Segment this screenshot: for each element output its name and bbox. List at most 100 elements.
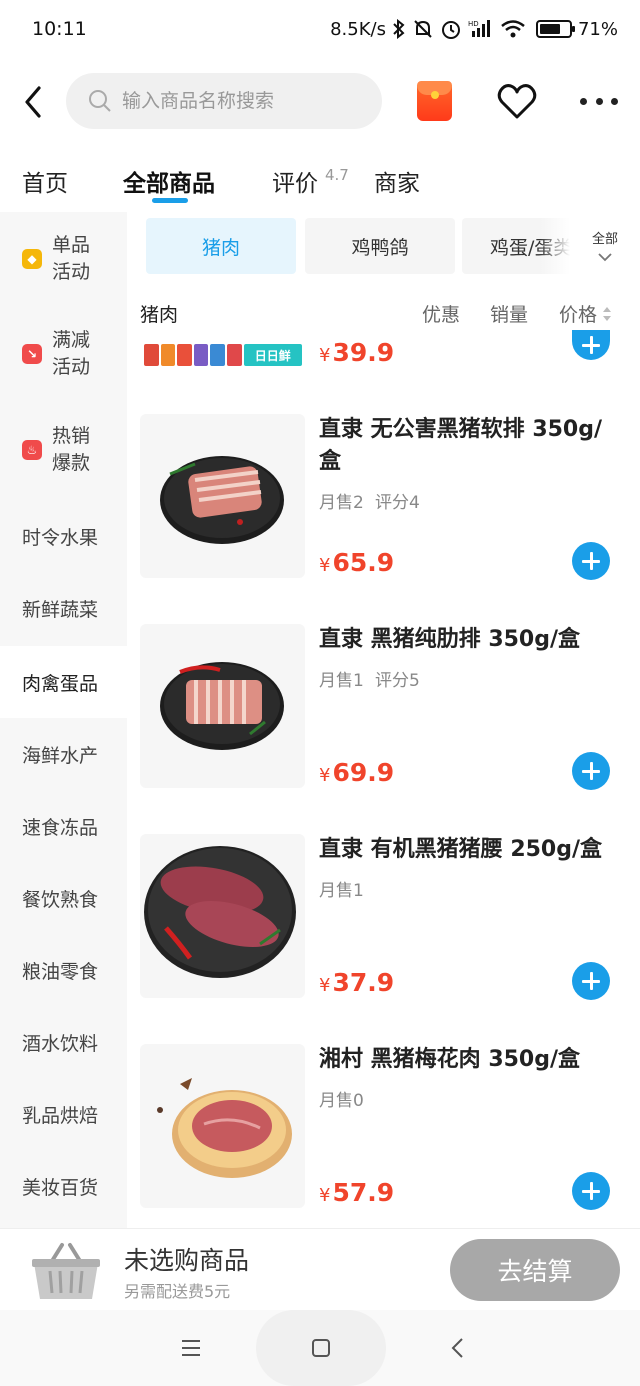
partial-product-card[interactable]: 日日鲜 ¥39.9 <box>140 330 620 370</box>
chip-poultry[interactable]: 鸡鸭鸽 <box>305 218 455 274</box>
product-sold-count: 月售1 <box>319 671 364 691</box>
sidebar-item-label: 时令水果 <box>22 526 99 549</box>
sidebar-item-label: 单品 活动 <box>52 234 91 283</box>
sidebar-item-grain-snacks[interactable]: 粮油零食 <box>0 934 127 1006</box>
add-to-cart-button[interactable] <box>572 962 610 1000</box>
more-icon-dot <box>611 97 618 105</box>
product-price: ¥57.9 <box>319 1178 395 1207</box>
menu-icon <box>182 1340 200 1356</box>
category-sidebar: ◆ 单品 活动 ↘ 满减 活动 ♨ 热销 爆款 时令水果 新鲜蔬菜 肉禽蛋品 海… <box>0 212 127 1228</box>
product-card[interactable]: 直隶 无公害黑猪软排 350g/盒 月售2 评分4 ¥65.9 <box>140 414 620 584</box>
sidebar-item-label: 粮油零食 <box>22 960 99 983</box>
back-button[interactable] <box>16 80 50 124</box>
back-nav-button[interactable] <box>444 1336 470 1360</box>
add-to-cart-button[interactable] <box>572 752 610 790</box>
product-name: 湘村 黑猪梅花肉 350g/盒 <box>319 1047 581 1072</box>
product-sold-count: 月售1 <box>319 881 364 901</box>
sidebar-item-seafood[interactable]: 海鲜水产 <box>0 718 127 790</box>
search-bar[interactable] <box>66 73 382 129</box>
sort-price[interactable]: 价格 <box>559 300 597 327</box>
add-to-cart-button[interactable] <box>572 330 610 360</box>
alarm-icon <box>441 21 460 39</box>
product-card[interactable]: 直隶 黑猪纯肋排 350g/盒 月售1 评分5 ¥69.9 <box>140 624 620 794</box>
network-speed: 8.5K/s <box>330 18 386 40</box>
sidebar-item-drinks[interactable]: 酒水饮料 <box>0 1006 127 1078</box>
header <box>0 72 640 130</box>
chevron-down-icon[interactable] <box>598 252 612 262</box>
sidebar-item-discount-promo[interactable]: ↘ 满减 活动 <box>0 306 127 402</box>
bluetooth-icon <box>393 19 405 39</box>
sidebar-item-label: 酒水饮料 <box>22 1032 99 1055</box>
wifi-icon <box>501 20 525 38</box>
status-bar: 10:11 8.5K/s HD 71% <box>0 0 640 58</box>
product-price: ¥69.9 <box>319 758 395 787</box>
sidebar-item-single-promo[interactable]: ◆ 单品 活动 <box>0 212 127 306</box>
discount-icon: ↘ <box>22 344 42 364</box>
sort-arrows-icon <box>603 307 611 321</box>
sidebar-item-deli[interactable]: 餐饮熟食 <box>0 862 127 934</box>
menu-nav-button[interactable] <box>178 1336 204 1360</box>
cart-bar: 未选购商品 另需配送费5元 去结算 <box>0 1228 640 1310</box>
home-nav-button[interactable] <box>308 1336 334 1360</box>
sidebar-item-seasonal-fruit[interactable]: 时令水果 <box>0 500 127 572</box>
product-image-pork-collar <box>140 1044 305 1208</box>
store-tabs: 首页 全部商品 评价 商家 <box>0 150 640 210</box>
red-packet-icon[interactable] <box>417 81 452 121</box>
back-icon <box>25 86 41 118</box>
add-to-cart-button[interactable] <box>572 542 610 580</box>
battery-percent: 71% <box>577 18 618 40</box>
sort-discount[interactable]: 优惠 <box>422 300 460 327</box>
product-card[interactable]: 湘村 黑猪梅花肉 350g/盒 月售0 ¥57.9 <box>140 1044 620 1214</box>
basket-icon[interactable] <box>30 1241 102 1301</box>
product-image-spare-ribs <box>140 414 305 578</box>
battery-icon <box>535 20 575 38</box>
chips-fade <box>540 218 570 274</box>
product-image-pork-kidney <box>140 834 305 998</box>
sidebar-item-label: 速食冻品 <box>22 816 99 839</box>
system-nav-bar <box>0 1310 640 1386</box>
product-price: ¥37.9 <box>319 968 395 997</box>
product-sold-count: 月售2 <box>319 493 364 513</box>
product-card[interactable]: 直隶 有机黑猪猪腰 250g/盒 月售1 ¥37.9 <box>140 834 620 1004</box>
search-icon <box>89 90 111 112</box>
sidebar-item-label: 热销 爆款 <box>52 425 91 474</box>
sidebar-item-label: 美妆百货 <box>22 1176 99 1199</box>
sidebar-item-label: 新鲜蔬菜 <box>22 598 99 621</box>
sidebar-item-meat-eggs[interactable]: 肉禽蛋品 <box>0 646 127 718</box>
product-list-header: 猪肉 优惠 销量 价格 <box>140 298 620 328</box>
back-triangle-icon <box>451 1338 463 1358</box>
banner-text: 日日鲜 <box>243 344 302 366</box>
sidebar-item-fresh-veg[interactable]: 新鲜蔬菜 <box>0 572 127 644</box>
active-tab-indicator <box>152 198 188 203</box>
sidebar-item-dairy-bakery[interactable]: 乳品烘焙 <box>0 1078 127 1150</box>
status-time: 10:11 <box>32 18 87 40</box>
more-button[interactable] <box>580 84 618 118</box>
chip-pork[interactable]: 猪肉 <box>146 218 296 274</box>
checkout-button[interactable]: 去结算 <box>450 1239 620 1301</box>
product-rating: 评分5 <box>375 671 420 691</box>
sort-sales[interactable]: 销量 <box>490 300 528 327</box>
product-name: 直隶 无公害黑猪软排 350g/盒 <box>319 417 603 474</box>
sidebar-item-hot-sales[interactable]: ♨ 热销 爆款 <box>0 402 127 498</box>
sidebar-item-frozen[interactable]: 速食冻品 <box>0 790 127 862</box>
sidebar-item-label: 满减 活动 <box>52 329 91 378</box>
search-input[interactable] <box>122 90 362 112</box>
tab-merchant[interactable]: 商家 <box>374 164 420 198</box>
tab-reviews[interactable]: 评价 <box>272 164 318 198</box>
sidebar-item-label: 乳品烘焙 <box>22 1104 99 1127</box>
product-sold-count: 月售0 <box>319 1091 364 1111</box>
tab-all-products[interactable]: 全部商品 <box>123 164 215 198</box>
sidebar-item-beauty-goods[interactable]: 美妆百货 <box>0 1150 127 1222</box>
favorite-button[interactable] <box>496 80 538 122</box>
more-icon-dot <box>580 97 587 105</box>
add-to-cart-button[interactable] <box>572 1172 610 1210</box>
battery-level <box>539 24 560 34</box>
product-image-pork-ribs <box>140 624 305 788</box>
promo-banner-strip: 日日鲜 <box>144 344 302 366</box>
tab-home[interactable]: 首页 <box>22 164 68 198</box>
sidebar-item-label: 餐饮熟食 <box>22 888 99 911</box>
product-price: ¥65.9 <box>319 548 395 577</box>
all-chips-button[interactable]: 全部 <box>585 228 625 247</box>
svg-text:HD: HD <box>468 20 479 28</box>
more-icon-dot <box>595 97 603 105</box>
